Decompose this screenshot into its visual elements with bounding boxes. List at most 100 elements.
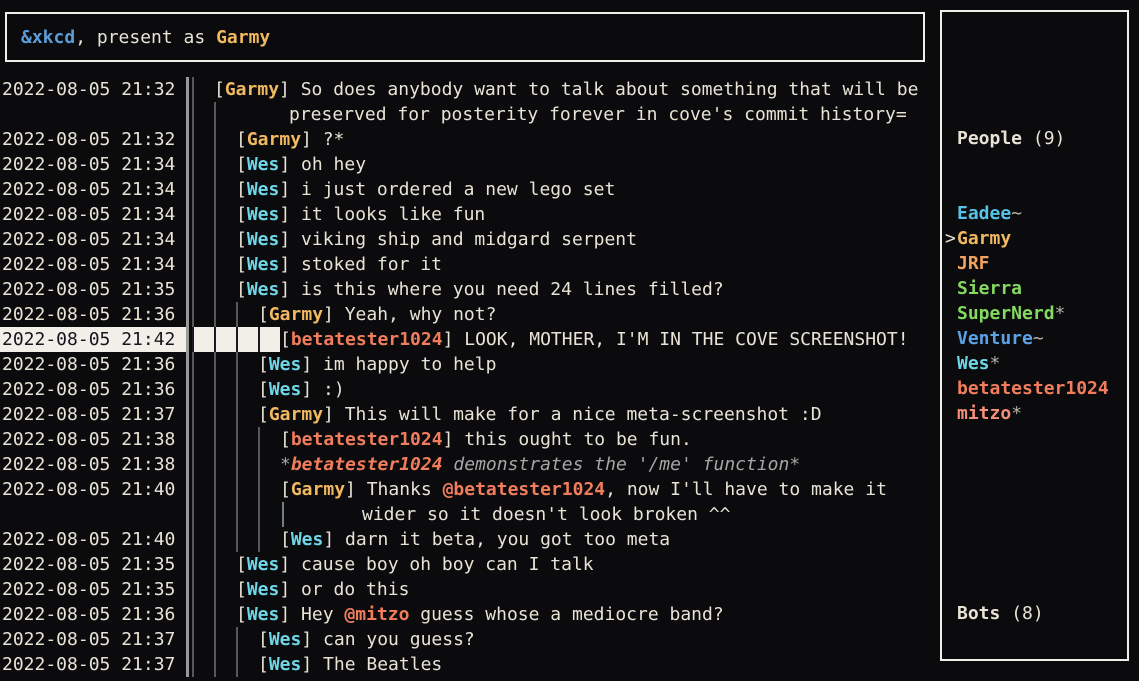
message-line: [Wes] stoked for it: [186, 252, 935, 277]
chat-row[interactable]: 2022-08-05 21:36[Wes] Hey @mitzo guess w…: [0, 602, 935, 627]
message-text: [Wes] cause boy oh boy can I talk: [236, 552, 594, 577]
message-segment: [: [236, 579, 247, 600]
chat-row[interactable]: 2022-08-05 21:35[Wes] cause boy oh boy c…: [0, 552, 935, 577]
sender-name: Wes: [269, 379, 302, 400]
user-name: Eadee: [957, 203, 1011, 224]
message-segment: ] or do this: [279, 579, 409, 600]
message-segment: ] stoked for it: [279, 254, 442, 275]
thread-guide: [214, 652, 236, 677]
timestamp: 2022-08-05 21:32: [0, 77, 186, 102]
user-list-item[interactable]: SuperNerd*: [957, 301, 1127, 326]
chat-row[interactable]: preserved for posterity forever in cove'…: [0, 102, 935, 127]
chat-row[interactable]: 2022-08-05 21:40[Garmy] Thanks @betatest…: [0, 477, 935, 502]
sender-name: Wes: [269, 354, 302, 375]
message-segment: [: [236, 604, 247, 625]
sender-name: Wes: [291, 529, 324, 550]
thread-guide: [214, 127, 236, 152]
message-segment: demonstrates the '/me' function*: [443, 454, 801, 475]
message-line: [Garmy] So does anybody want to talk abo…: [186, 77, 935, 102]
timestamp: 2022-08-05 21:38: [0, 427, 186, 452]
user-list-item[interactable]: mitzo*: [957, 401, 1127, 426]
chat-row[interactable]: 2022-08-05 21:35[Wes] or do this: [0, 577, 935, 602]
chat-row[interactable]: 2022-08-05 21:37[Garmy] This will make f…: [0, 402, 935, 427]
chat-row[interactable]: 2022-08-05 21:40[Wes] darn it beta, you …: [0, 527, 935, 552]
timestamp: 2022-08-05 21:38: [0, 452, 186, 477]
message-segment: ] viking ship and midgard serpent: [279, 229, 637, 250]
people-count: (9): [1022, 128, 1065, 149]
thread-guide: [258, 502, 280, 527]
chat-row[interactable]: 2022-08-05 21:32[Garmy] ?*: [0, 127, 935, 152]
message-segment: ] ?*: [301, 129, 344, 150]
user-name: Garmy: [957, 228, 1011, 249]
status-suffix: *: [990, 353, 1001, 374]
user-list-item[interactable]: Wes*: [957, 351, 1127, 376]
timestamp: 2022-08-05 21:40: [0, 527, 186, 552]
message-segment: [: [258, 304, 269, 325]
wrap-indent: [236, 102, 289, 127]
message-segment: [: [236, 204, 247, 225]
message-segment: [: [258, 629, 269, 650]
sender-name: Garmy: [225, 79, 279, 100]
thread-guide: [214, 552, 236, 577]
chat-row[interactable]: 2022-08-05 21:36[Garmy] Yeah, why not?: [0, 302, 935, 327]
message-segment: [: [280, 529, 291, 550]
chat-row[interactable]: 2022-08-05 21:37[Wes] The Beatles: [0, 652, 935, 677]
user-list-item[interactable]: Eadee~: [957, 201, 1127, 226]
chat-row[interactable]: 2022-08-05 21:32[Garmy] So does anybody …: [0, 77, 935, 102]
chat-row[interactable]: 2022-08-05 21:36[Wes] im happy to help: [0, 352, 935, 377]
sender-name: Wes: [247, 229, 280, 250]
message-segment: ] cause boy oh boy can I talk: [279, 554, 593, 575]
message-segment: [: [280, 429, 291, 450]
message-segment: ] i just ordered a new lego set: [279, 179, 615, 200]
chat-row[interactable]: 2022-08-05 21:34[Wes] i just ordered a n…: [0, 177, 935, 202]
thread-guide: [214, 577, 236, 602]
thread-guide: [214, 427, 236, 452]
message-segment: ] :): [301, 379, 344, 400]
thread-guide: [214, 477, 236, 502]
chat-row[interactable]: 2022-08-05 21:38*betatester1024 demonstr…: [0, 452, 935, 477]
active-user-marker: >: [945, 226, 956, 251]
timestamp: 2022-08-05 21:34: [0, 252, 186, 277]
message-segment: ] can you guess?: [301, 629, 474, 650]
user-name: betatester1024: [957, 378, 1109, 399]
user-list-item[interactable]: Venture~: [957, 326, 1127, 351]
thread-guide: [236, 402, 258, 427]
chat-row-highlighted[interactable]: 2022-08-05 21:42[betatester1024] LOOK, M…: [0, 327, 935, 352]
message-line: [Wes] cause boy oh boy can I talk: [186, 552, 935, 577]
timestamp: 2022-08-05 21:36: [0, 377, 186, 402]
chat-row[interactable]: 2022-08-05 21:34[Wes] viking ship and mi…: [0, 227, 935, 252]
sender-name: betatester1024: [291, 329, 443, 350]
chat-row[interactable]: 2022-08-05 21:34[Wes] it looks like fun: [0, 202, 935, 227]
channel-header: &xkcd, present as Garmy: [5, 12, 925, 62]
chat-row[interactable]: 2022-08-05 21:36[Wes] :): [0, 377, 935, 402]
wrap-indent: [282, 502, 362, 527]
chat-row[interactable]: 2022-08-05 21:37[Wes] can you guess?: [0, 627, 935, 652]
chat-row[interactable]: 2022-08-05 21:35[Wes] is this where you …: [0, 277, 935, 302]
message-text: [Garmy] Yeah, why not?: [258, 302, 496, 327]
thread-guide: [258, 327, 280, 352]
user-list-item[interactable]: betatester1024: [957, 376, 1127, 401]
thread-guide: [192, 277, 214, 302]
sender-name: Wes: [247, 254, 280, 275]
thread-guide: [236, 527, 258, 552]
thread-guide: [236, 502, 258, 527]
message-segment: [: [236, 279, 247, 300]
chat-row[interactable]: 2022-08-05 21:34[Wes] oh hey: [0, 152, 935, 177]
message-segment: ] LOOK, MOTHER, I'M IN THE COVE SCREENSH…: [443, 329, 909, 350]
user-name: SuperNerd: [957, 303, 1055, 324]
user-list-item[interactable]: >Garmy: [957, 226, 1127, 251]
chat-row[interactable]: 2022-08-05 21:34[Wes] stoked for it: [0, 252, 935, 277]
people-list: Eadee~>GarmyJRFSierraSuperNerd*Venture~W…: [957, 201, 1127, 426]
message-line: preserved for posterity forever in cove'…: [186, 102, 935, 127]
chat-row[interactable]: wider so it doesn't look broken ^^: [0, 502, 935, 527]
timestamp: [0, 502, 186, 527]
timestamp: 2022-08-05 21:37: [0, 652, 186, 677]
chat-row[interactable]: 2022-08-05 21:38[betatester1024] this ou…: [0, 427, 935, 452]
thread-guide: [214, 202, 236, 227]
thread-guide: [192, 477, 214, 502]
message-text: [betatester1024] LOOK, MOTHER, I'M IN TH…: [280, 327, 909, 352]
thread-guide: [192, 652, 214, 677]
thread-guide: [236, 302, 258, 327]
user-list-item[interactable]: JRF: [957, 251, 1127, 276]
user-list-item[interactable]: Sierra: [957, 276, 1127, 301]
